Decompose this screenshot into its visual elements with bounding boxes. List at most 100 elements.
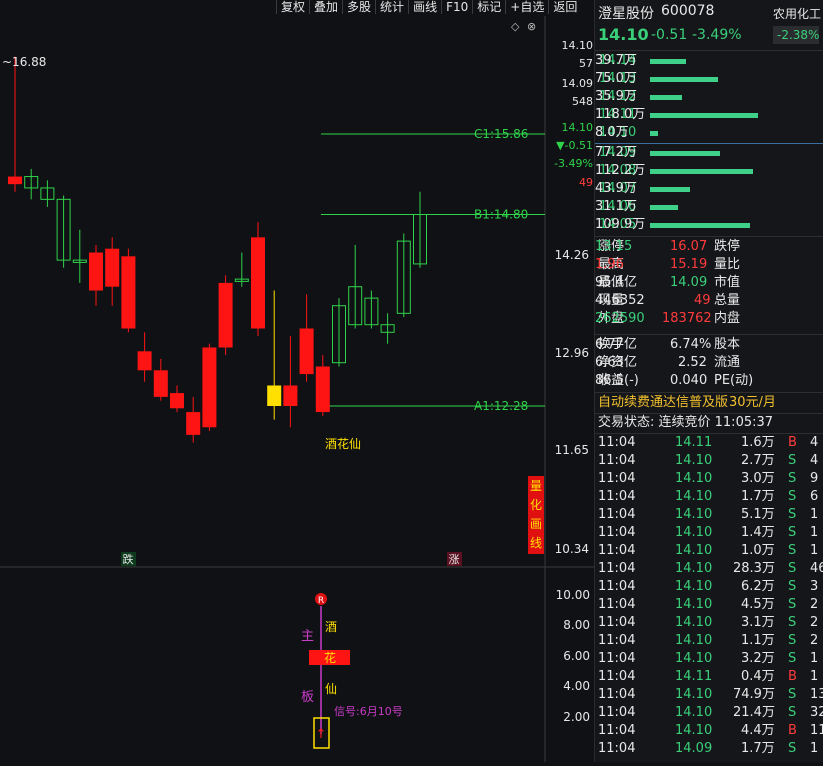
quote-panel: 澄星股份 600078 农用化工 -2.38% 14.10 -0.51 -3.4… <box>594 0 823 762</box>
level-b-label: B1:14.80 <box>474 208 528 222</box>
kline-svg: C1:15.86B1:14.80A1:12.28~16.88酒花仙跌 涨量化画线1… <box>0 16 594 762</box>
tick-volume: 28.3万 <box>733 561 775 576</box>
trade-state: 交易状态: 连续竞价 11:05:37 <box>598 415 774 430</box>
sector-name[interactable]: 农用化工 <box>773 5 821 22</box>
tick-side: S <box>788 615 797 630</box>
tick-volume: 4.4万 <box>741 723 775 738</box>
signal-marker-text: 酒花仙 <box>325 436 361 451</box>
toolbar-button-2[interactable]: 多股 <box>342 0 375 14</box>
tick-row: 11:04 14.10 1.7万 S 6 <box>595 488 823 506</box>
level-c-label: C1:15.86 <box>474 127 528 141</box>
toolbar-button-8[interactable]: 返回 <box>548 0 581 14</box>
toolbar-button-0[interactable]: 复权 <box>276 0 309 14</box>
tick-price: 14.10 <box>675 651 713 666</box>
tick-volume: 2.7万 <box>741 453 775 468</box>
bid-row: 14.09 77.2万 <box>595 144 823 162</box>
toolbar-button-1[interactable]: 叠加 <box>309 0 342 14</box>
right-axis-4: 14.10 <box>562 121 594 134</box>
stat-label-2: 市值 <box>714 275 741 290</box>
right-axis-5: ▼-0.51 <box>556 139 593 152</box>
tick-count: 9 <box>810 471 819 486</box>
tick-price: 14.11 <box>675 435 713 450</box>
promo-price: 30元/月 <box>729 395 776 410</box>
tick-time: 11:04 <box>598 507 636 522</box>
y-tick-3: 10.34 <box>555 542 589 556</box>
stat2-value-2: 86.5 <box>595 373 624 388</box>
tick-price: 14.10 <box>675 579 713 594</box>
right-axis-3: 548 <box>572 95 593 108</box>
tick-time: 11:04 <box>598 615 636 630</box>
candle-body-7 <box>121 256 136 329</box>
stat-value-2: 13.15 <box>595 239 633 254</box>
tick-row: 11:04 14.10 28.3万 S 46 <box>595 560 823 578</box>
tick-price: 14.10 <box>675 723 713 738</box>
tick-price: 14.10 <box>675 507 713 522</box>
kline-chart[interactable]: C1:15.86 B1:14.80 A1:12.28 ~16.88 酒花仙跌涨量化画线 1… <box>0 16 594 762</box>
qhx-char-0: 量 <box>530 479 542 493</box>
tick-price: 14.11 <box>675 669 713 684</box>
lower-tick-0: 10.00 <box>556 588 590 602</box>
toolbar-button-3[interactable]: 统计 <box>375 0 408 14</box>
toolbar-button-4[interactable]: 画线 <box>408 0 441 14</box>
bid-volume: 109.9万 <box>595 217 646 232</box>
stat-label-2: 量比 <box>714 257 741 272</box>
board-char-0: 主 <box>301 629 314 644</box>
tick-count: 2 <box>810 633 819 648</box>
tick-price: 14.10 <box>675 633 713 648</box>
tick-count: 1 <box>810 507 819 522</box>
stat2-value-2: 6.77亿 <box>595 337 637 352</box>
tick-price: 14.10 <box>675 543 713 558</box>
toolbar-button-5[interactable]: F10 <box>441 0 472 14</box>
close-panel-icon: ⊗ <box>527 20 536 33</box>
stat2-value: 0.040 <box>670 373 708 388</box>
promo-text: 自动续费通达信普及版 <box>598 395 729 410</box>
tick-time: 11:04 <box>598 705 636 720</box>
ask-volume-bar <box>650 77 719 82</box>
level-a-label: A1:12.28 <box>474 399 528 413</box>
tick-count: 3 <box>810 579 819 594</box>
tick-count: 2 <box>810 615 819 630</box>
stat-row: 涨停 16.07 跌停 13.15 <box>595 238 823 256</box>
tick-row: 11:04 14.10 3.2万 S 1 <box>595 650 823 668</box>
bid-row: 14.05 109.9万 <box>595 216 823 234</box>
stat2-label-2: 流通 <box>714 355 741 370</box>
tick-row: 11:04 14.11 0.4万 B 1 <box>595 668 823 686</box>
stat-label-2: 内盘 <box>714 311 741 326</box>
stat-value: 14.09 <box>670 275 708 290</box>
tick-side: S <box>788 597 797 612</box>
lower-tick-3: 4.00 <box>563 679 590 693</box>
candle-body-18 <box>299 328 314 375</box>
toolbar-button-7[interactable]: +自选 <box>505 0 548 14</box>
tick-count: 1 <box>810 669 819 684</box>
stat2-value: 2.52 <box>678 355 707 370</box>
tick-count: 4 <box>810 435 819 450</box>
tick-time: 11:04 <box>598 561 636 576</box>
bid-volume-bar <box>650 205 679 210</box>
signal-badge-text: R <box>318 596 324 606</box>
bid-volume-bar <box>650 187 690 192</box>
ask-volume-bar <box>650 131 658 136</box>
tick-time: 11:04 <box>598 453 636 468</box>
tick-time: 11:04 <box>598 741 636 756</box>
diamond-icon: ◇ <box>511 20 520 33</box>
candle-body-6 <box>105 248 120 287</box>
candle-body-12 <box>202 347 217 428</box>
tick-price: 14.10 <box>675 525 713 540</box>
price-change-pct: -3.49% <box>692 27 742 43</box>
tick-price: 14.10 <box>675 561 713 576</box>
tick-time: 11:04 <box>598 543 636 558</box>
tick-time: 11:04 <box>598 687 636 702</box>
sector-change: -2.38% <box>777 28 820 42</box>
tick-time: 11:04 <box>598 471 636 486</box>
tick-row: 11:04 14.10 4.4万 B 11 <box>595 722 823 740</box>
stat-row: 外盘 183762 内盘 262590 <box>595 310 823 328</box>
toolbar-button-6[interactable]: 标记 <box>472 0 505 14</box>
tick-time: 11:04 <box>598 579 636 594</box>
lower-char-0: 酒 <box>325 620 337 634</box>
y-tick-1: 12.96 <box>555 346 589 360</box>
stat-row: 最高 15.19 量比 1.96 <box>595 256 823 274</box>
tick-price: 14.10 <box>675 615 713 630</box>
promo-row[interactable]: 自动续费通达信普及版 30元/月 <box>595 394 823 412</box>
stat-value-2: 446352 <box>595 293 645 308</box>
ask-row: 14.12 35.9万 <box>595 88 823 106</box>
